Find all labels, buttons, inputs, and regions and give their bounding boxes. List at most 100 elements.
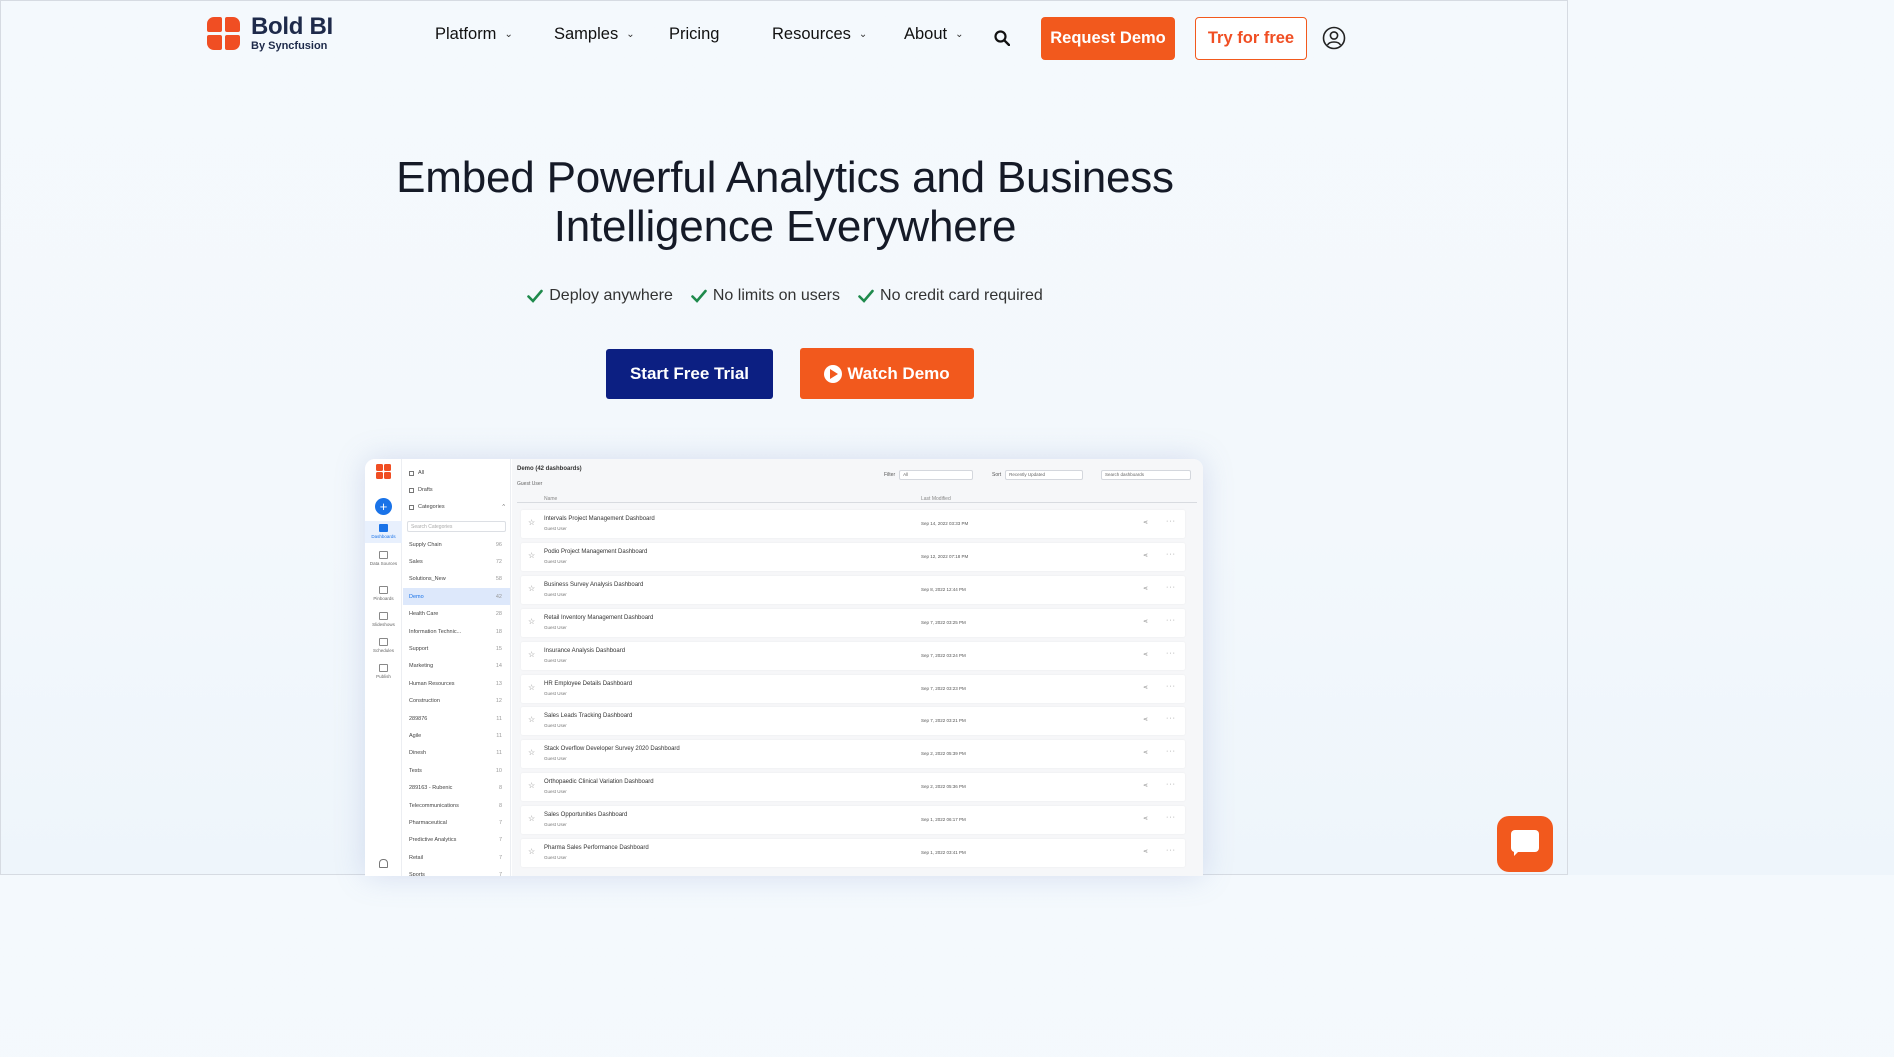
share-icon[interactable]: ⋖ [1143, 782, 1148, 789]
category-item[interactable]: Marketing 14 [403, 658, 510, 675]
more-icon[interactable]: ··· [1166, 748, 1176, 755]
star-icon[interactable]: ☆ [528, 551, 535, 560]
sort-control[interactable]: Sort Recently Updated [992, 470, 1084, 480]
more-icon[interactable]: ··· [1166, 650, 1176, 657]
share-icon[interactable]: ⋖ [1143, 552, 1148, 559]
star-icon[interactable]: ☆ [528, 781, 535, 790]
category-item[interactable]: Information Technic... 18 [403, 623, 510, 640]
category-item[interactable]: Pharmaceutical 7 [403, 814, 510, 831]
rail-item[interactable]: Pinboards [365, 583, 402, 603]
rail-item[interactable]: Slideshows [365, 609, 402, 629]
category-item[interactable]: Health Care 28 [403, 606, 510, 623]
share-icon[interactable]: ⋖ [1143, 716, 1148, 723]
dashboard-name: Business Survey Analysis Dashboard [544, 581, 644, 588]
user-circle-icon[interactable] [1322, 26, 1346, 50]
category-item[interactable]: Dinesh 11 [403, 745, 510, 762]
star-icon[interactable]: ☆ [528, 518, 535, 527]
more-icon[interactable]: ··· [1166, 617, 1176, 624]
category-item[interactable]: Predictive Analytics 7 [403, 832, 510, 849]
nav-platform[interactable]: Platform ⌄ [435, 25, 513, 44]
dashboard-row[interactable]: ☆ Insurance Analysis Dashboard Guest User S… [521, 641, 1185, 670]
category-item[interactable]: 289876 11 [403, 710, 510, 727]
category-item[interactable]: 289163 - Rubenic 8 [403, 780, 510, 797]
category-item[interactable]: Construction 12 [403, 693, 510, 710]
dashboard-row[interactable]: ☆ Retail Inventory Management Dashboard Gu… [521, 608, 1185, 637]
nav-about[interactable]: About ⌄ [904, 25, 964, 44]
category-count: 7 [498, 819, 502, 826]
filter-select[interactable]: All [899, 470, 974, 480]
chat-bubble-icon[interactable] [1497, 816, 1553, 872]
more-icon[interactable]: ··· [1166, 584, 1176, 591]
dashboard-row[interactable]: ☆ Intervals Project Management Dashboard G… [521, 510, 1185, 538]
dashboard-search-input[interactable]: Search dashboards [1101, 470, 1191, 480]
more-icon[interactable]: ··· [1166, 715, 1176, 722]
share-icon[interactable]: ⋖ [1143, 618, 1148, 625]
more-icon[interactable]: ··· [1166, 781, 1176, 788]
dashboard-row[interactable]: ☆ Podio Project Management Dashboard Guest… [521, 542, 1185, 571]
share-icon[interactable]: ⋖ [1143, 848, 1148, 855]
category-item[interactable]: Retail 7 [403, 849, 510, 866]
star-icon[interactable]: ☆ [528, 847, 535, 856]
rail-item[interactable]: Dashboards [365, 521, 402, 543]
category-item[interactable]: Supply Chain 96 [403, 536, 510, 553]
nav-pricing[interactable]: Pricing [669, 25, 719, 44]
share-icon[interactable]: ⋖ [1143, 651, 1148, 658]
filter-control[interactable]: Filter All [884, 470, 974, 480]
star-icon[interactable]: ☆ [528, 650, 535, 659]
try-free-button[interactable]: Try for free [1195, 17, 1307, 60]
cat-drafts[interactable]: Drafts [409, 487, 433, 493]
category-item[interactable]: Support 15 [403, 640, 510, 657]
star-icon[interactable]: ☆ [528, 617, 535, 626]
dashboard-row[interactable]: ☆ Sales Opportunities Dashboard Guest User… [521, 806, 1185, 835]
sort-select[interactable]: Recently Updated [1005, 470, 1084, 480]
share-icon[interactable]: ⋖ [1143, 684, 1148, 691]
rail-item[interactable]: Data Sources [365, 548, 402, 568]
star-icon[interactable]: ☆ [528, 683, 535, 692]
share-icon[interactable]: ⋖ [1143, 585, 1148, 592]
bell-icon[interactable] [379, 859, 388, 868]
brand-logo[interactable]: Bold BI By Syncfusion [207, 15, 333, 52]
nav-samples[interactable]: Samples ⌄ [554, 25, 635, 44]
star-icon[interactable]: ☆ [528, 584, 535, 593]
category-item[interactable]: Sales 72 [403, 553, 510, 570]
more-icon[interactable]: ··· [1166, 847, 1176, 854]
dashboard-row[interactable]: ☆ Business Survey Analysis Dashboard Guest… [521, 575, 1185, 604]
check-label: No credit card required [880, 287, 1043, 304]
add-icon[interactable]: + [375, 498, 392, 515]
share-icon[interactable]: ⋖ [1143, 815, 1148, 822]
cat-categories[interactable]: Categories ^ [409, 504, 505, 510]
nav-resources[interactable]: Resources ⌄ [772, 25, 867, 44]
share-icon[interactable]: ⋖ [1143, 519, 1148, 526]
request-demo-button[interactable]: Request Demo [1041, 17, 1175, 60]
more-icon[interactable]: ··· [1166, 551, 1176, 558]
cat-all[interactable]: All [409, 470, 424, 476]
category-item[interactable]: Agile 11 [403, 727, 510, 744]
category-item[interactable]: Telecommunications 8 [403, 797, 510, 814]
list-header: Name Last Modified [517, 493, 1197, 503]
star-icon[interactable]: ☆ [528, 715, 535, 724]
dashboard-row[interactable]: ☆ Sales Leads Tracking Dashboard Guest Use… [521, 707, 1185, 736]
category-item[interactable]: Solutions_New 58 [403, 571, 510, 588]
rail-item[interactable]: Schedules [365, 635, 402, 655]
more-icon[interactable]: ··· [1166, 518, 1176, 525]
share-icon[interactable]: ⋖ [1143, 749, 1148, 756]
category-item[interactable]: Demo 42 [403, 588, 510, 606]
more-icon[interactable]: ··· [1166, 814, 1176, 821]
start-free-trial-button[interactable]: Start Free Trial [606, 349, 773, 399]
more-icon[interactable]: ··· [1166, 683, 1176, 690]
dashboard-row[interactable]: ☆ Pharma Sales Performance Dashboard Guest… [521, 839, 1185, 867]
dashboard-row[interactable]: ☆ Stack Overflow Developer Survey 2020 Da… [521, 740, 1185, 769]
star-icon[interactable]: ☆ [528, 748, 535, 757]
category-item[interactable]: Human Resources 13 [403, 675, 510, 692]
category-item[interactable]: Sports 7 [403, 867, 510, 876]
dashboard-row[interactable]: ☆ Orthopaedic Clinical Variation Dashboar… [521, 773, 1185, 802]
dashboard-search[interactable]: Search dashboards [1097, 470, 1191, 480]
category-name: Marketing [409, 663, 434, 670]
category-search-input[interactable]: Search Categories [407, 521, 506, 532]
star-icon[interactable]: ☆ [528, 814, 535, 823]
category-item[interactable]: Tests 10 [403, 762, 510, 779]
search-icon[interactable] [994, 30, 1010, 46]
dashboard-row[interactable]: ☆ HR Employee Details Dashboard Guest User… [521, 674, 1185, 703]
rail-item[interactable]: Publish [365, 661, 402, 681]
watch-demo-button[interactable]: Watch Demo [800, 348, 974, 399]
